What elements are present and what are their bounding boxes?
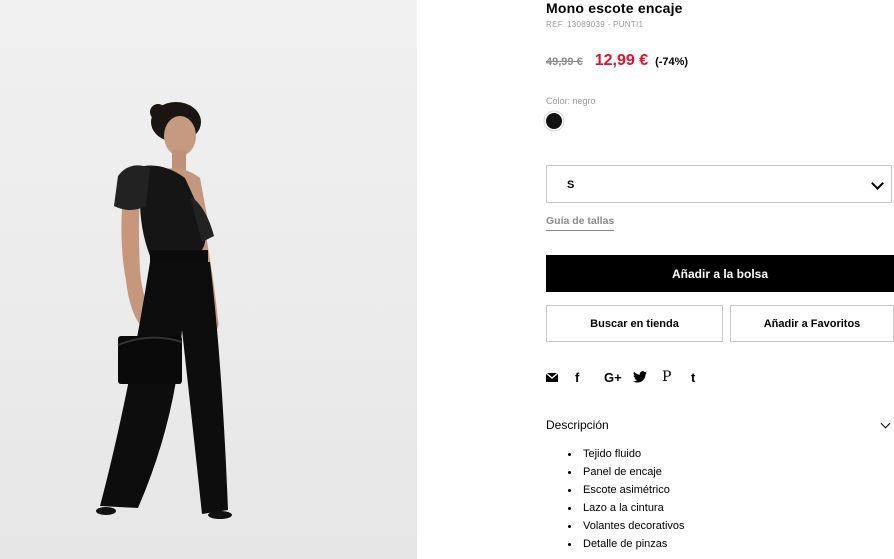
- find-in-store-button[interactable]: Buscar en tienda: [546, 305, 723, 342]
- list-item: Panel de encaje: [568, 465, 685, 483]
- size-select-value: S: [567, 179, 575, 191]
- model-illustration: [96, 102, 232, 519]
- google-plus-icon[interactable]: G+: [604, 368, 633, 386]
- twitter-icon[interactable]: [633, 368, 662, 386]
- size-guide-link[interactable]: Guía de tallas: [546, 215, 615, 231]
- facebook-icon[interactable]: f: [575, 368, 604, 386]
- list-item: Escote asimétrico: [568, 483, 685, 501]
- price-row: 49,99 € 12,99 € (-74%): [546, 52, 688, 70]
- color-label: Color: negro: [546, 96, 596, 106]
- size-select[interactable]: S: [546, 165, 892, 203]
- share-bar: f G+ P t: [546, 368, 720, 386]
- sale-price: 12,99 €: [594, 52, 649, 69]
- original-price: 49,99 €: [546, 56, 583, 68]
- list-item: Lazo a la cintura: [568, 501, 685, 519]
- description-header[interactable]: Descripción: [546, 418, 609, 432]
- product-image[interactable]: [0, 0, 417, 559]
- email-icon[interactable]: [546, 368, 575, 386]
- list-item: Volantes decorativos: [568, 519, 685, 537]
- list-item: Detalle de pinzas: [568, 537, 685, 555]
- chevron-down-icon: [871, 177, 884, 190]
- tumblr-icon[interactable]: t: [691, 368, 720, 386]
- description-list: Tejido fluido Panel de encaje Escote asi…: [568, 447, 685, 555]
- discount-badge: (-74%): [655, 56, 689, 68]
- chevron-down-icon[interactable]: [880, 418, 891, 429]
- list-item: Tejido fluido: [568, 447, 685, 465]
- product-title: Mono escote encaje: [546, 0, 683, 16]
- add-to-bag-button[interactable]: Añadir a la bolsa: [546, 255, 894, 292]
- color-swatch-black[interactable]: [546, 113, 562, 129]
- pinterest-icon[interactable]: P: [662, 368, 691, 386]
- add-to-favorites-button[interactable]: Añadir a Favoritos: [730, 305, 894, 342]
- product-reference: REF. 13089039 - PUNTI1: [546, 20, 644, 29]
